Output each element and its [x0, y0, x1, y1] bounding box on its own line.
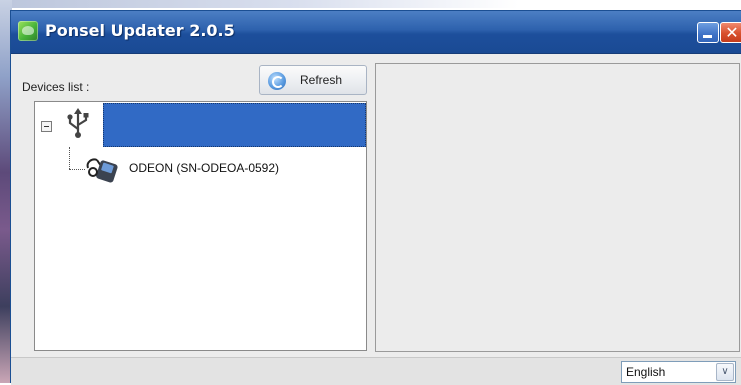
selected-node-highlight[interactable] — [103, 103, 366, 147]
chevron-down-icon[interactable]: ∨ — [716, 363, 734, 381]
title-bar[interactable]: Ponsel Updater 2.0.5 ✕ — [11, 11, 741, 54]
tree-connector-vertical — [69, 147, 70, 169]
devices-tree[interactable]: ODEON (SN-ODEOA-0592) — [34, 101, 367, 351]
status-bar: English ∨ — [11, 357, 741, 385]
refresh-button-label: Refresh — [300, 73, 343, 87]
window-title: Ponsel Updater 2.0.5 — [45, 21, 235, 40]
tree-node-usb-root[interactable] — [35, 102, 366, 147]
close-button[interactable]: ✕ — [720, 22, 741, 43]
language-selected-value: English — [626, 365, 666, 379]
details-panel — [375, 63, 740, 352]
usb-icon — [67, 108, 89, 138]
refresh-icon — [268, 72, 286, 90]
refresh-button[interactable]: Refresh — [259, 65, 367, 95]
device-node-label[interactable]: ODEON (SN-ODEOA-0592) — [129, 161, 279, 175]
app-logo-icon — [18, 21, 38, 41]
desktop-background-top — [0, 0, 741, 8]
tree-connector-horizontal — [69, 169, 85, 170]
phone-device-icon — [86, 158, 118, 183]
minimize-button[interactable] — [697, 22, 719, 43]
devices-list-label: Devices list : — [22, 80, 90, 94]
collapse-toggle[interactable] — [41, 121, 52, 132]
language-dropdown[interactable]: English ∨ — [621, 361, 736, 383]
app-window: Ponsel Updater 2.0.5 ✕ Devices list : Re… — [10, 10, 741, 385]
